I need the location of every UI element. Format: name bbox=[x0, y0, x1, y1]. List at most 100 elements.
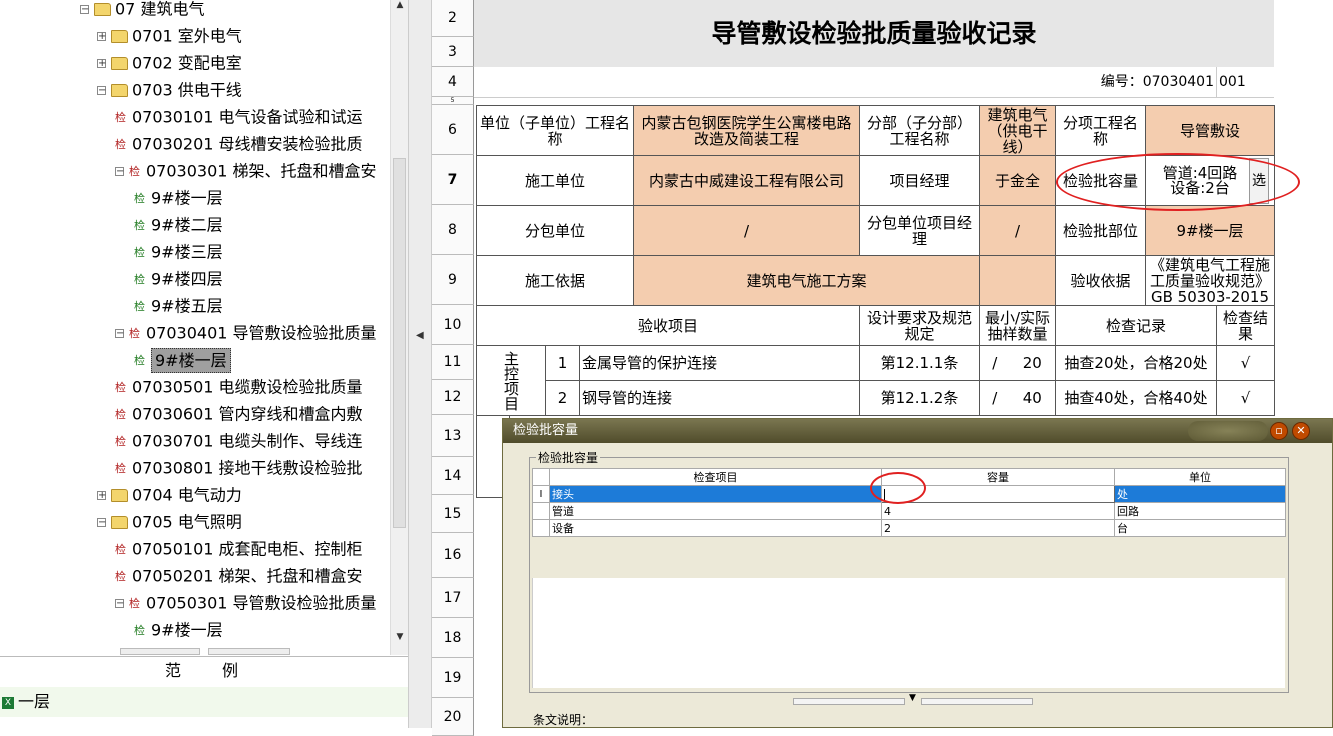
dialog-titlebar[interactable]: 检验批容量 ▫ ✕ bbox=[503, 419, 1332, 443]
row-header[interactable]: 20 bbox=[432, 698, 474, 736]
tree-node[interactable]: − 07 建筑电气 bbox=[80, 0, 204, 22]
expand-icon[interactable]: + bbox=[97, 32, 106, 42]
panel-splitter[interactable]: ◀ bbox=[408, 0, 432, 728]
tree-node[interactable]: − 检 07050301 导管敷设检验批质量 bbox=[115, 590, 377, 616]
collapse-icon[interactable]: − bbox=[115, 167, 124, 177]
row-header[interactable]: 2 bbox=[432, 0, 474, 37]
contractor-value[interactable]: 内蒙古中威建设工程有限公司 bbox=[633, 155, 860, 206]
row-indicator bbox=[532, 519, 550, 537]
tree-node[interactable]: 检 9#楼四层 bbox=[134, 266, 223, 292]
tree-node-label: 07030401 导管敷设检验批质量 bbox=[146, 323, 377, 343]
tree-node[interactable]: 检 9#楼二层 bbox=[134, 212, 223, 238]
construction-basis-value[interactable]: 建筑电气施工方案 bbox=[633, 255, 980, 306]
project-manager-value[interactable]: 于金全 bbox=[979, 155, 1056, 206]
tree-node[interactable]: +0702 变配电室 bbox=[97, 50, 242, 76]
tree-node[interactable]: 检 07030801 接地干线敷设检验批 bbox=[115, 455, 363, 481]
folder-icon bbox=[111, 57, 128, 70]
row-header[interactable]: 16 bbox=[432, 533, 474, 578]
minimize-icon[interactable]: ▫ bbox=[1270, 422, 1288, 440]
tree-node[interactable]: 检 07030201 母线槽安装检验批质 bbox=[115, 131, 363, 157]
folder-open-icon bbox=[94, 3, 111, 16]
tree-node-label: 07050301 导管敷设检验批质量 bbox=[146, 593, 377, 613]
item-record[interactable]: 抽查40处，合格40处 bbox=[1055, 380, 1217, 416]
row-header[interactable]: 13 bbox=[432, 415, 474, 457]
grid-cell-capacity[interactable]: 4 bbox=[881, 502, 1115, 520]
row-header[interactable]: 12 bbox=[432, 380, 474, 415]
tree-node[interactable]: +0701 室外电气 bbox=[97, 23, 242, 49]
item-result[interactable]: √ bbox=[1216, 380, 1275, 416]
scroll-down-icon[interactable]: ▼ bbox=[394, 632, 406, 642]
number-input[interactable]: 001 bbox=[1216, 67, 1274, 97]
row-header[interactable]: 3 bbox=[432, 37, 474, 67]
tree-node[interactable]: 检 9#楼一层 bbox=[134, 347, 231, 373]
collapse-icon[interactable]: − bbox=[97, 86, 106, 96]
sub-item-name-value[interactable]: 导管敷设 bbox=[1145, 105, 1275, 156]
collapse-icon[interactable]: − bbox=[97, 518, 106, 528]
row-header[interactable]: 11 bbox=[432, 345, 474, 380]
grid-row[interactable]: 管道 4 回路 bbox=[532, 502, 1286, 520]
tree-scroll-thumb[interactable] bbox=[393, 158, 406, 528]
row-header[interactable]: 14 bbox=[432, 457, 474, 495]
grid-cell-unit[interactable]: 处 bbox=[1114, 485, 1286, 503]
folder-open-icon bbox=[111, 516, 128, 529]
item-actual[interactable]: 20 bbox=[1009, 345, 1056, 381]
tree-node[interactable]: 检 07050201 梯架、托盘和槽盒安 bbox=[115, 563, 363, 589]
collapse-icon[interactable]: − bbox=[80, 5, 89, 15]
tree-node[interactable]: 检 07030101 电气设备试验和试运 bbox=[115, 104, 363, 130]
row-header[interactable]: 6 bbox=[432, 105, 474, 155]
grid-cell-item[interactable]: 管道 bbox=[549, 502, 882, 520]
grid-header-item[interactable]: 检查项目 bbox=[549, 468, 882, 486]
expand-icon[interactable]: + bbox=[97, 491, 106, 501]
expand-icon[interactable]: + bbox=[97, 59, 106, 69]
tree-node[interactable]: 检 9#楼三层 bbox=[134, 239, 223, 265]
tree-node[interactable]: 检 07050101 成套配电柜、控制柜 bbox=[115, 536, 363, 562]
legend-item[interactable]: X 一层 bbox=[0, 687, 408, 717]
item-record[interactable]: 抽查20处，合格20处 bbox=[1055, 345, 1217, 381]
scroll-up-icon[interactable]: ▲ bbox=[394, 0, 406, 10]
row-header[interactable]: 19 bbox=[432, 658, 474, 698]
item-result[interactable]: √ bbox=[1216, 345, 1275, 381]
dialog-splitter[interactable]: ▼ bbox=[793, 693, 1033, 705]
unit-project-name-value[interactable]: 内蒙古包钢医院学生公寓楼电路改造及简装工程 bbox=[633, 105, 860, 156]
subcontractor-manager-value[interactable]: / bbox=[979, 205, 1056, 256]
subcontractor-value[interactable]: / bbox=[633, 205, 860, 256]
item-actual[interactable]: 40 bbox=[1009, 380, 1056, 416]
batch-location-value[interactable]: 9#楼一层 bbox=[1145, 205, 1275, 256]
tree-node-label: 07030701 电缆头制作、导线连 bbox=[132, 431, 363, 451]
sub-division-name-value[interactable]: 建筑电气（供电干线） bbox=[979, 105, 1056, 156]
tree-node[interactable]: 检 9#楼五层 bbox=[134, 293, 223, 319]
row-header[interactable]: 7 bbox=[432, 155, 474, 205]
tree-node[interactable]: 检 07030501 电缆敷设检验批质量 bbox=[115, 374, 363, 400]
tree-node[interactable]: − 检 07030301 梯架、托盘和槽盒安 bbox=[115, 158, 377, 184]
row-header[interactable]: 15 bbox=[432, 495, 474, 533]
tree-horizontal-scrollbar[interactable] bbox=[120, 646, 290, 655]
row-header[interactable]: 5 bbox=[432, 97, 474, 105]
collapse-arrow-icon[interactable]: ◀ bbox=[416, 330, 424, 341]
tree-node[interactable]: 检 9#楼一层 bbox=[134, 617, 223, 643]
row-header[interactable]: 17 bbox=[432, 578, 474, 618]
tree-node[interactable]: 检 07030701 电缆头制作、导线连 bbox=[115, 428, 363, 454]
collapse-icon[interactable]: − bbox=[115, 599, 124, 609]
row-header[interactable]: 10 bbox=[432, 305, 474, 345]
tree-vertical-scrollbar[interactable]: ▲ ▼ bbox=[390, 0, 408, 655]
tree-node[interactable]: 检 07030601 管内穿线和槽盒内敷 bbox=[115, 401, 363, 427]
tree-node[interactable]: +0704 电气动力 bbox=[97, 482, 242, 508]
row-header[interactable]: 18 bbox=[432, 618, 474, 658]
tree-node[interactable]: − 0705 电气照明 bbox=[97, 509, 242, 535]
close-icon[interactable]: ✕ bbox=[1292, 422, 1310, 440]
grid-cell-unit[interactable]: 台 bbox=[1114, 519, 1286, 537]
grid-cell-item[interactable]: 接头 bbox=[549, 485, 882, 503]
chevron-down-icon[interactable]: ▼ bbox=[909, 693, 916, 703]
grid-cell-item[interactable]: 设备 bbox=[549, 519, 882, 537]
row-header[interactable]: 4 bbox=[432, 67, 474, 97]
grid-header-unit[interactable]: 单位 bbox=[1114, 468, 1286, 486]
grid-cell-unit[interactable]: 回路 bbox=[1114, 502, 1286, 520]
row-header[interactable]: 9 bbox=[432, 255, 474, 305]
tree-node[interactable]: − 0703 供电干线 bbox=[97, 77, 242, 103]
tree-node[interactable]: 检 9#楼一层 bbox=[134, 185, 223, 211]
tree-node[interactable]: − 检 07030401 导管敷设检验批质量 bbox=[115, 320, 377, 346]
row-header[interactable]: 8 bbox=[432, 205, 474, 255]
grid-row[interactable]: 设备 2 台 bbox=[532, 519, 1286, 537]
grid-cell-capacity[interactable]: 2 bbox=[881, 519, 1115, 537]
collapse-icon[interactable]: − bbox=[115, 329, 124, 339]
